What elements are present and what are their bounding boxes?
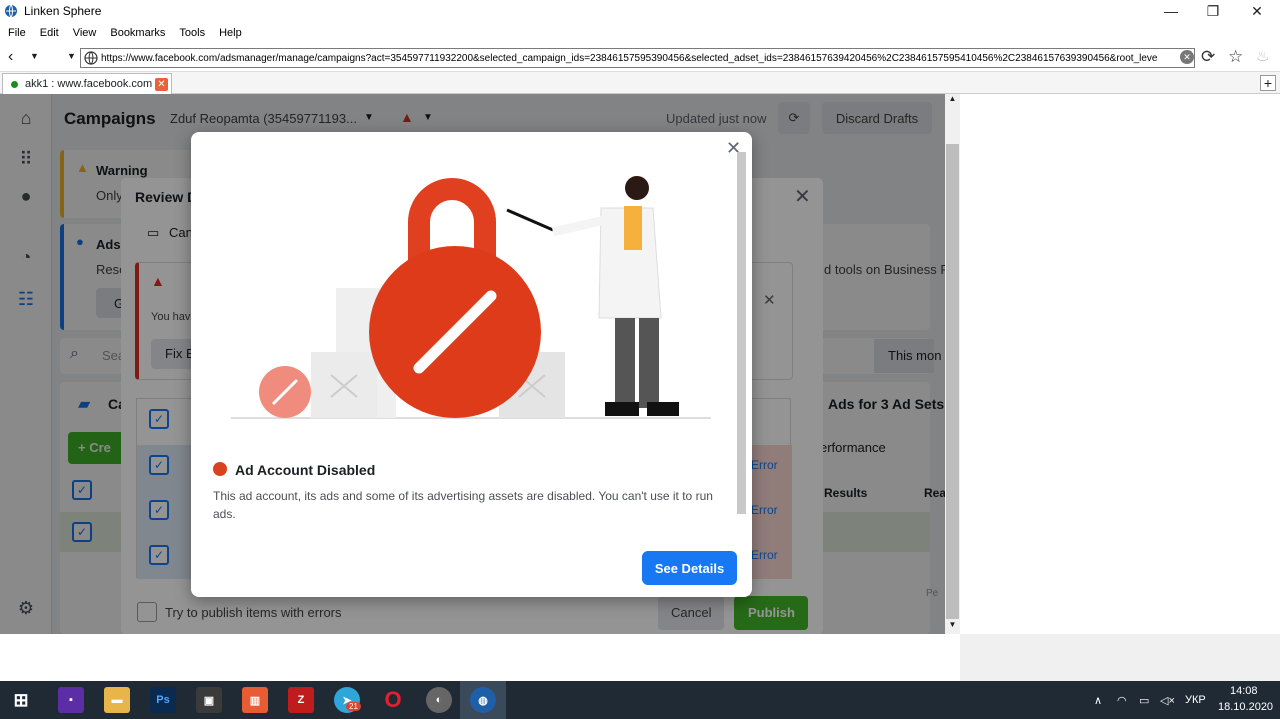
- scroll-down-icon[interactable]: ▼: [945, 620, 960, 634]
- restore-button[interactable]: ❐: [1192, 0, 1234, 22]
- address-bar[interactable]: https://www.facebook.com/adsmanager/mana…: [80, 48, 1195, 68]
- url-dropdown-icon[interactable]: ▼: [67, 51, 76, 61]
- page-scrollbar[interactable]: ▲ ▼: [945, 94, 960, 634]
- windows-taskbar: ⊞ ▪ ▬ Ps ▣ ▥ Z ➤ 21 O ◐ ◍ ∧ ◠ ▭ ◁× УКР 1…: [0, 681, 1280, 719]
- browser-tab[interactable]: akk1 : www.facebook.com ✕: [2, 73, 172, 94]
- telegram-badge: 21: [346, 702, 361, 711]
- see-details-button[interactable]: See Details: [642, 551, 737, 585]
- extension-icon[interactable]: ♨: [1256, 47, 1269, 65]
- linken-sphere-icon[interactable]: ◍: [470, 687, 496, 713]
- menu-bookmarks[interactable]: Bookmarks: [110, 27, 165, 39]
- menu-file[interactable]: File: [8, 27, 26, 39]
- menu-view[interactable]: View: [73, 27, 97, 39]
- menu-tools[interactable]: Tools: [179, 27, 205, 39]
- battery-icon[interactable]: ▭: [1139, 681, 1149, 719]
- window-titlebar: Linken Sphere — ❐ ✕: [0, 0, 1280, 22]
- bookmark-star-icon[interactable]: ☆: [1228, 47, 1243, 67]
- file-explorer-icon[interactable]: ▬: [104, 687, 130, 713]
- office-icon[interactable]: ▥: [242, 687, 268, 713]
- filezilla-icon[interactable]: Z: [288, 687, 314, 713]
- app-icon[interactable]: ▪: [58, 687, 84, 713]
- tab-status-icon: [11, 80, 18, 88]
- close-window-button[interactable]: ✕: [1236, 0, 1278, 22]
- reload-icon[interactable]: ⟳: [1201, 47, 1215, 67]
- menu-edit[interactable]: Edit: [40, 27, 59, 39]
- url-text: https://www.facebook.com/adsmanager/mana…: [101, 52, 1158, 64]
- disabled-stopwatch-icon: [213, 462, 227, 476]
- scrollbar-thumb[interactable]: [946, 144, 959, 619]
- minimize-button[interactable]: —: [1150, 0, 1192, 22]
- history-dropdown-icon[interactable]: ▼: [30, 51, 39, 61]
- ad-account-disabled-modal: ✕ Ad Account Disabled This ad account, i…: [191, 132, 752, 597]
- window-title: Linken Sphere: [24, 4, 102, 18]
- clock-date: 18.10.2020: [1218, 701, 1274, 713]
- tab-label: akk1 : www.facebook.com: [25, 78, 153, 90]
- video-icon[interactable]: ▣: [196, 687, 222, 713]
- opera-icon[interactable]: O: [380, 687, 406, 713]
- blank-area: [960, 94, 1280, 634]
- scroll-up-icon[interactable]: ▲: [945, 94, 960, 108]
- scrollbar-thumb[interactable]: [737, 152, 746, 514]
- back-button[interactable]: ‹: [8, 48, 13, 66]
- keyboard-language[interactable]: УКР: [1185, 681, 1206, 719]
- tab-close-icon[interactable]: ✕: [155, 77, 168, 91]
- volume-icon[interactable]: ◁×: [1160, 681, 1175, 719]
- modal-scrollbar[interactable]: [737, 138, 746, 538]
- blank-area: [0, 634, 960, 681]
- start-button[interactable]: ⊞: [8, 687, 34, 713]
- tray-chevron-icon[interactable]: ∧: [1094, 681, 1102, 719]
- menu-bar: File Edit View Bookmarks Tools Help: [0, 22, 1280, 43]
- locked-account-illustration: [231, 176, 711, 419]
- new-tab-button[interactable]: +: [1260, 75, 1276, 91]
- modal-heading: Ad Account Disabled: [235, 462, 376, 478]
- tab-bar: akk1 : www.facebook.com ✕ +: [0, 72, 1280, 94]
- clear-url-icon[interactable]: ✕: [1180, 50, 1194, 64]
- modal-body: This ad account, its ads and some of its…: [213, 489, 713, 521]
- clock-time: 14:08: [1230, 685, 1258, 697]
- nav-bar: ‹ ▼ ▼ https://www.facebook.com/adsmanage…: [0, 43, 1280, 72]
- photoshop-icon[interactable]: Ps: [150, 687, 176, 713]
- wifi-icon[interactable]: ◠: [1117, 681, 1127, 719]
- globe-icon: [84, 51, 98, 65]
- app-logo-icon: [5, 4, 17, 18]
- app-icon[interactable]: ◐: [426, 687, 452, 713]
- menu-help[interactable]: Help: [219, 27, 242, 39]
